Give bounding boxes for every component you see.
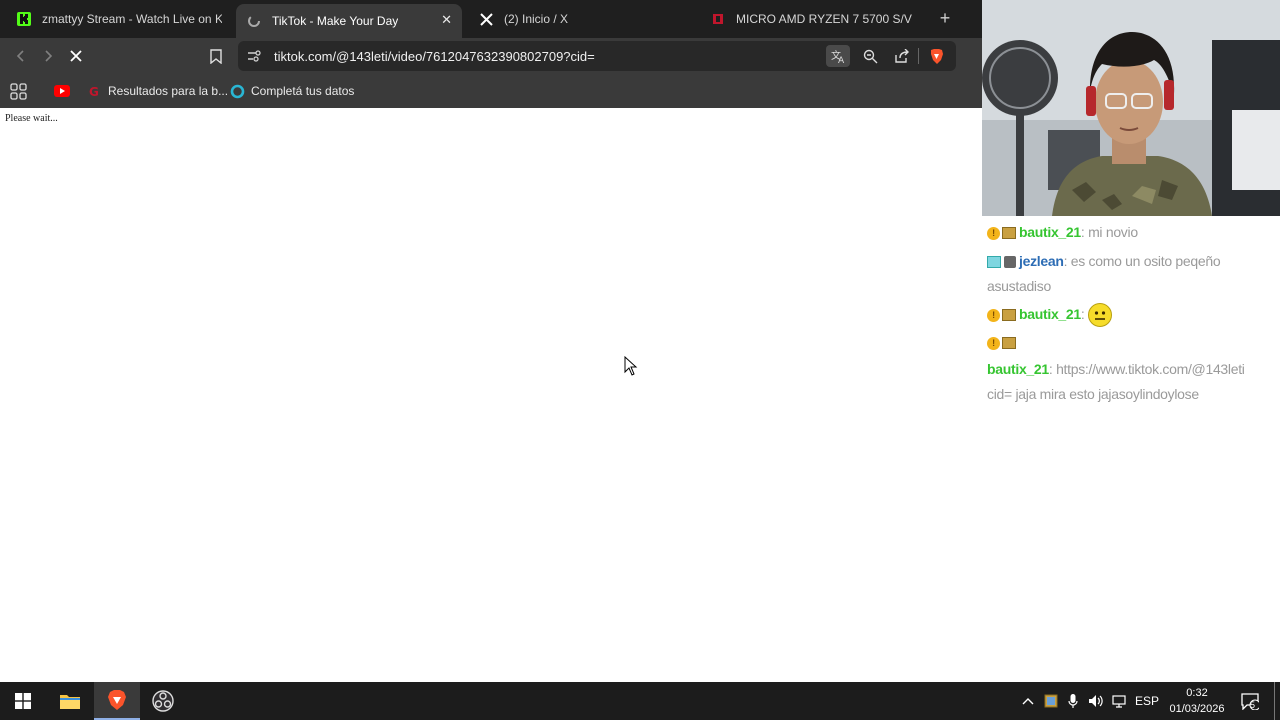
youtube-icon bbox=[54, 83, 70, 99]
obs-icon[interactable] bbox=[140, 682, 186, 720]
badge-icon bbox=[1002, 227, 1016, 240]
badge-icon bbox=[1004, 256, 1016, 269]
brave-browser-icon[interactable] bbox=[94, 682, 140, 720]
close-icon[interactable]: ✕ bbox=[441, 12, 452, 28]
tab-title: TikTok - Make Your Day bbox=[272, 14, 399, 28]
circle-icon bbox=[229, 83, 245, 99]
clock-date: 01/03/2026 bbox=[1169, 703, 1225, 715]
stop-loading-icon[interactable] bbox=[64, 44, 88, 68]
new-tab-button[interactable]: + bbox=[934, 8, 956, 30]
badge-icon bbox=[1002, 309, 1016, 322]
browser-window: zmattyy Stream - Watch Live on Kick TikT… bbox=[0, 0, 982, 682]
tab-tiktok[interactable]: TikTok - Make Your Day ✕ bbox=[236, 4, 462, 38]
microphone-icon[interactable] bbox=[1063, 682, 1083, 720]
store-g-icon: G bbox=[86, 83, 102, 99]
back-icon[interactable] bbox=[9, 44, 33, 68]
forward-icon[interactable] bbox=[36, 44, 60, 68]
chat-message-continued: cid= jaja mira esto jajasoylindoylose bbox=[987, 386, 1199, 402]
webcam-image bbox=[982, 0, 1280, 216]
mouse-cursor-icon bbox=[624, 355, 638, 381]
clock[interactable]: 0:32 01/03/2026 bbox=[1162, 685, 1232, 717]
divider bbox=[918, 48, 919, 64]
chat-overlay: ! bautix_21: mi novio jezlean: es como un… bbox=[982, 216, 1280, 682]
bookmarks-bar: G Resultados para la b... Completá tus d… bbox=[0, 74, 982, 108]
tab-title: (2) Inicio / X bbox=[504, 12, 569, 26]
chat-message: ! bautix_21: mi novio bbox=[987, 220, 1138, 245]
apps-grid-icon[interactable] bbox=[10, 82, 27, 100]
show-desktop-button[interactable] bbox=[1274, 682, 1275, 720]
chat-text: : es como un osito peqeño bbox=[1063, 253, 1221, 269]
badge-icon bbox=[1002, 337, 1016, 350]
tab-x[interactable]: (2) Inicio / X bbox=[468, 4, 694, 34]
network-icon[interactable] bbox=[1109, 682, 1131, 720]
chevron-up-icon[interactable] bbox=[1018, 682, 1038, 720]
bookmark-icon[interactable] bbox=[204, 44, 228, 68]
toolbar: tiktok.com/@143leti/video/76120476323908… bbox=[0, 38, 982, 74]
chat-username: jezlean bbox=[1019, 253, 1064, 269]
neutral-face-emote-icon bbox=[1088, 303, 1113, 328]
tab-title: zmattyy Stream - Watch Live on Kick bbox=[42, 12, 222, 26]
badge-icon bbox=[987, 256, 1001, 269]
translate-icon[interactable]: 文A bbox=[826, 45, 850, 67]
page-viewport: Please wait... bbox=[0, 108, 982, 682]
tab-title: MICRO AMD RYZEN 7 5700 S/VIDEO bbox=[736, 12, 912, 26]
bookmark-label: Completá tus datos bbox=[251, 84, 355, 98]
chat-message: jezlean: es como un osito peqeño bbox=[987, 249, 1221, 274]
store-icon bbox=[710, 11, 726, 27]
url-text: tiktok.com/@143leti/video/76120476323908… bbox=[274, 49, 595, 64]
badge-icon: ! bbox=[987, 308, 1000, 322]
notification-count: 5 bbox=[1250, 700, 1256, 710]
webcam-overlay bbox=[982, 0, 1280, 216]
svg-text:G: G bbox=[89, 85, 99, 98]
language-indicator[interactable]: ESP bbox=[1133, 682, 1161, 720]
bookmark-label: Resultados para la b... bbox=[108, 84, 229, 98]
windows-start-icon[interactable] bbox=[0, 682, 46, 720]
badge-icon: ! bbox=[987, 336, 1000, 350]
svg-text:A: A bbox=[838, 56, 845, 64]
kick-icon bbox=[16, 11, 32, 27]
file-explorer-icon[interactable] bbox=[47, 682, 93, 720]
chat-username: bautix_21 bbox=[1019, 224, 1081, 240]
address-bar[interactable]: tiktok.com/@143leti/video/76120476323908… bbox=[238, 41, 956, 71]
notifications-icon[interactable]: 5 bbox=[1238, 682, 1262, 720]
share-icon[interactable] bbox=[890, 45, 914, 67]
app-tray-icon[interactable] bbox=[1041, 682, 1061, 720]
chat-message: bautix_21: https://www.tiktok.com/@143le… bbox=[987, 357, 1245, 382]
chat-badges: ! bbox=[987, 330, 1019, 355]
zoom-out-icon[interactable] bbox=[858, 45, 882, 67]
chat-text: : bbox=[1080, 306, 1089, 322]
chat-message: ! bautix_21: bbox=[987, 302, 1113, 328]
bookmark-resultados[interactable]: G Resultados para la b... bbox=[86, 82, 228, 100]
bookmark-completa[interactable]: Completá tus datos bbox=[229, 82, 354, 100]
volume-icon[interactable] bbox=[1085, 682, 1107, 720]
chat-text: : https://www.tiktok.com/@143leti bbox=[1048, 361, 1245, 377]
tab-store[interactable]: MICRO AMD RYZEN 7 5700 S/VIDEO bbox=[700, 4, 922, 34]
clock-time: 0:32 bbox=[1186, 687, 1208, 699]
loading-icon bbox=[246, 13, 262, 29]
chat-message-continued: asustadiso bbox=[987, 278, 1051, 294]
chat-username: bautix_21 bbox=[1019, 306, 1081, 322]
taskbar: ESP 0:32 01/03/2026 5 bbox=[0, 682, 1280, 720]
x-icon bbox=[478, 11, 494, 27]
bookmark-youtube[interactable] bbox=[54, 82, 76, 100]
site-settings-icon[interactable] bbox=[246, 48, 262, 64]
chat-username: bautix_21 bbox=[987, 361, 1049, 377]
tab-kick[interactable]: zmattyy Stream - Watch Live on Kick bbox=[6, 4, 232, 34]
brave-shields-icon[interactable] bbox=[924, 45, 948, 67]
tab-strip: zmattyy Stream - Watch Live on Kick TikT… bbox=[0, 0, 982, 38]
loading-text: Please wait... bbox=[5, 113, 58, 124]
badge-icon: ! bbox=[987, 226, 1000, 240]
chat-text: : mi novio bbox=[1080, 224, 1138, 240]
